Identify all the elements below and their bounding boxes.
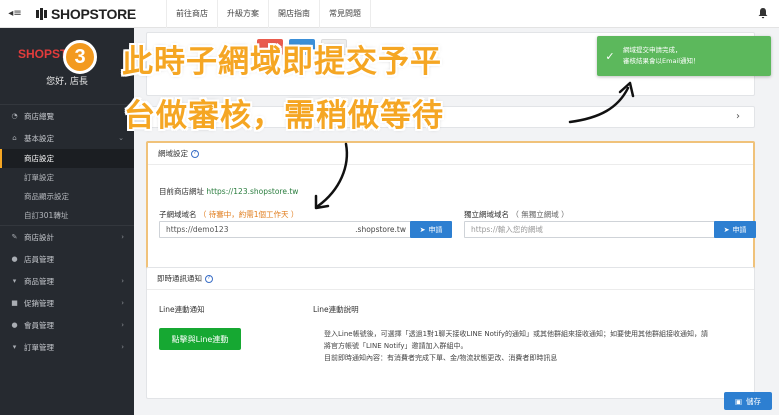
arrow-to-pending-note: [316, 142, 349, 208]
arrow-to-toast: [568, 86, 630, 124]
annotation-arrows: [314, 81, 635, 210]
